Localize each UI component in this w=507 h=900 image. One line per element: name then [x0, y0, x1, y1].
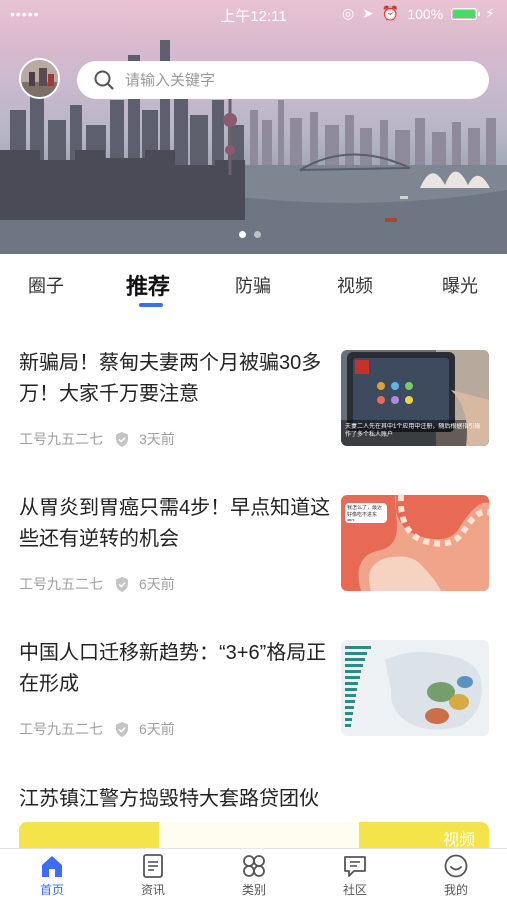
article-title: 江苏镇江警方捣毁特大套路贷团伙 [19, 788, 319, 810]
thumbnail-speech-bubble: 我怎么了，最近好像吃不进东西？ [347, 505, 383, 521]
article-title: 从胃炎到胃癌只需4步！早点知道这些还有逆转的机会 [19, 497, 331, 550]
nav-label: 类别 [241, 883, 266, 897]
active-tab-indicator [139, 303, 163, 307]
nav-home[interactable]: 首页 [22, 853, 82, 898]
article-thumbnail [341, 640, 489, 736]
home-icon [42, 856, 62, 877]
nav-label: 首页 [39, 883, 64, 897]
article-title: 中国人口迁移新趋势：“3+6”格局正在形成 [19, 642, 327, 695]
news-icon [143, 854, 163, 878]
article-thumbnail: 夫妻二人先在其中1个应用中注册，随后根据指引操作了多个私人账户 [341, 350, 489, 446]
thumbnail-caption: 夫妻二人先在其中1个应用中注册，随后根据指引操作了多个私人账户 [345, 424, 481, 438]
nav-category[interactable]: 类别 [224, 853, 284, 898]
article-author: 工号九五二七 [19, 431, 103, 447]
article-author: 工号九五二七 [19, 721, 103, 737]
battery-percent: 100% [407, 5, 444, 22]
location-icon: ➤ [362, 5, 374, 21]
video-card-label: 视频 [442, 832, 475, 849]
nav-label: 我的 [443, 883, 468, 897]
community-icon [344, 856, 366, 877]
verified-shield-icon [116, 721, 128, 737]
pagination-dot[interactable] [254, 231, 261, 238]
tab-circle[interactable]: 圈子 [28, 272, 64, 298]
nav-profile[interactable]: 我的 [426, 853, 486, 898]
migration-map-image [341, 640, 489, 736]
article-time: 3天前 [139, 431, 175, 447]
pagination-dot-active[interactable] [239, 231, 246, 238]
alarm-icon: ⏰ [381, 5, 400, 21]
city-skyline-image [0, 40, 507, 254]
profile-icon [444, 854, 468, 878]
tab-exposure[interactable]: 曝光 [442, 272, 478, 298]
status-right-group: ◎ ➤ ⏰ 100% ⚡ [342, 5, 495, 22]
tab-recommend[interactable]: 推荐 [126, 269, 170, 301]
bottom-navigation: 首页 资讯 类别 社区 我的 [0, 848, 507, 900]
search-bar[interactable] [77, 61, 489, 99]
article-title: 新骗局！蔡甸夫妻两个月被骗30多万！大家千万要注意 [19, 352, 322, 405]
battery-icon [451, 7, 481, 20]
article-item[interactable]: 新骗局！蔡甸夫妻两个月被骗30多万！大家千万要注意 工号九五二七 3天前 夫妻二… [0, 316, 507, 461]
nav-label: 社区 [342, 883, 367, 897]
article-item[interactable]: 江苏镇江警方捣毁特大套路贷团伙 [0, 784, 507, 824]
article-item[interactable]: 从胃炎到胃癌只需4步！早点知道这些还有逆转的机会 工号九五二七 6天前 我怎么了… [0, 461, 507, 606]
article-time: 6天前 [139, 576, 175, 592]
tab-anti-fraud[interactable]: 防骗 [235, 272, 271, 298]
status-bar: ••••• 上午12:11 ◎ ➤ ⏰ 100% ⚡ [0, 0, 507, 28]
orientation-lock-icon: ◎ [341, 5, 355, 21]
article-meta: 工号九五二七 6天前 [19, 574, 175, 594]
hero-banner[interactable]: ••••• 上午12:11 ◎ ➤ ⏰ 100% ⚡ [0, 0, 507, 254]
search-input[interactable] [125, 71, 445, 89]
nav-community[interactable]: 社区 [325, 853, 385, 898]
article-item[interactable]: 中国人口迁移新趋势：“3+6”格局正在形成 工号九五二七 6天前 [0, 606, 507, 751]
avatar[interactable] [19, 58, 60, 99]
verified-shield-icon [116, 576, 128, 592]
article-meta: 工号九五二七 6天前 [19, 719, 175, 739]
article-author: 工号九五二七 [19, 576, 103, 592]
article-time: 6天前 [139, 721, 175, 737]
tab-video[interactable]: 视频 [337, 272, 373, 298]
article-meta: 工号九五二七 3天前 [19, 429, 175, 449]
category-icon [243, 855, 265, 877]
nav-label: 资讯 [140, 883, 165, 897]
charging-icon: ⚡ [485, 5, 495, 21]
category-tabs: 圈子 推荐 防骗 视频 曝光 [0, 254, 507, 316]
avatar-image [21, 60, 58, 97]
verified-shield-icon [116, 431, 128, 447]
nav-news[interactable]: 资讯 [123, 853, 183, 898]
search-icon [94, 70, 114, 90]
banner-pagination [239, 231, 261, 238]
article-thumbnail: 我怎么了，最近好像吃不进东西？ [341, 495, 489, 591]
